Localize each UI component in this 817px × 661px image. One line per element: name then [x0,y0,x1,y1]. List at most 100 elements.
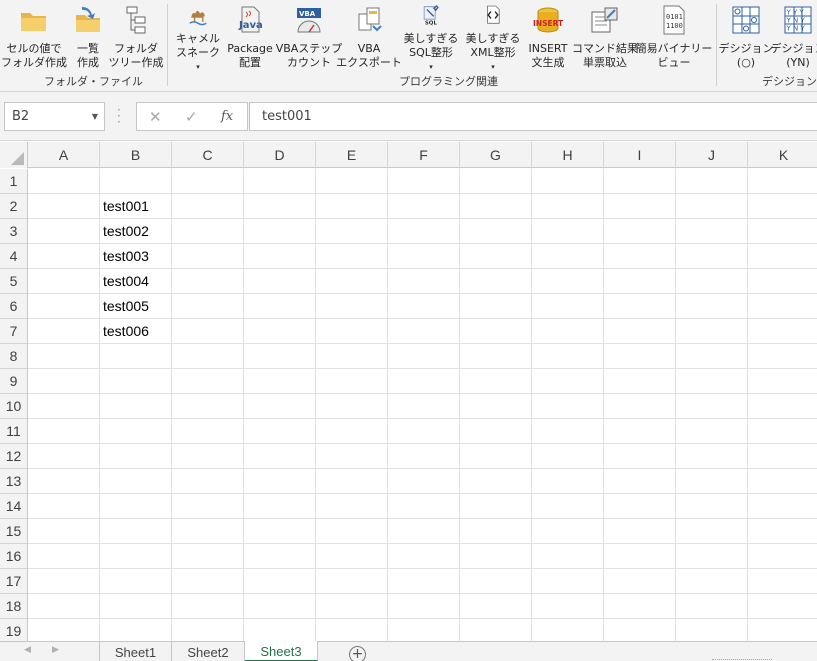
row-header-19[interactable]: 19 [0,619,27,641]
formula-bar: B2 ▼ · · · ✕ ✓ fx test001 [0,92,817,141]
sql-format-label-1: 美しすぎる [403,32,459,45]
svg-text:Y N Y: Y N Y [786,17,806,25]
cell-b2[interactable]: test001 [100,194,171,218]
cell-b6[interactable]: test005 [100,294,171,318]
row-header-2[interactable]: 2 [0,194,27,219]
add-sheet-icon[interactable]: + [349,646,366,661]
grid-column-line [315,169,316,641]
camel-snake-label-2: スネーク [176,46,220,59]
dropdown-caret-icon: ▾ [491,63,495,71]
enter-check-icon[interactable]: ✓ [185,108,198,126]
cell-b5[interactable]: test004 [100,269,171,293]
row-header-13[interactable]: 13 [0,469,27,494]
row-header-8[interactable]: 8 [0,344,27,369]
insert-function-icon[interactable]: fx [221,109,233,124]
decision-yn-button[interactable]: Y Y Y Y N Y Y N Y デシジョン(YN) [770,2,817,74]
svg-text:0101: 0101 [666,13,683,21]
vba-export-button[interactable]: VBA エクスポート [336,2,402,74]
row-header-9[interactable]: 9 [0,369,27,394]
grid-row-line [28,443,817,444]
row-header-4[interactable]: 4 [0,244,27,269]
ribbon: セルの値で フォルダ作成 一覧 作成 フォルダ ツリー作成 キャメル スネーク ▾ [0,0,817,92]
vba-step-label-2: カウント [287,56,331,69]
column-header-k[interactable]: K [748,142,817,168]
column-header-b[interactable]: B [100,142,172,168]
batch-create-button[interactable]: 一覧 作成 [68,2,108,74]
sql-format-button[interactable]: SQL 美しすぎる SQL整形 ▾ [400,2,462,74]
decision-o-label-1: デシジョン [718,42,774,55]
row-header-6[interactable]: 6 [0,294,27,319]
formula-bar-grip-icon[interactable]: · · · [117,104,121,128]
name-box-dropdown-icon[interactable]: ▼ [92,112,98,121]
xml-format-button[interactable]: 美しすぎる XML整形 ▾ [462,2,524,74]
sheet-tab-sheet3[interactable]: Sheet3 [245,641,318,661]
package-button[interactable]: Java Package 配置 [226,2,274,74]
svg-text:Y Y Y: Y Y Y [786,9,805,17]
cell-to-folder-button[interactable]: セルの値で フォルダ作成 [1,2,67,74]
insert-db-icon: INSERT [533,7,564,33]
row-header-17[interactable]: 17 [0,569,27,594]
column-header-h[interactable]: H [532,142,604,168]
cell-area[interactable]: test001 test002 test003 test004 test005 test0… [28,169,817,641]
group-separator [716,4,717,86]
grid-column-line [531,169,532,641]
formula-input[interactable]: test001 [249,102,817,131]
row-header-7[interactable]: 7 [0,319,27,344]
svg-text:Y N Y: Y N Y [786,25,806,33]
column-header-e[interactable]: E [316,142,388,168]
row-header-1[interactable]: 1 [0,169,27,194]
camel-icon [189,10,207,26]
name-box[interactable]: B2 ▼ [4,102,105,131]
grid-column-line [243,169,244,641]
svg-text:VBA: VBA [299,10,316,18]
grid-row-line [28,343,817,344]
column-header-a[interactable]: A [28,142,100,168]
cmd-result-button[interactable]: コマンド結果 単票取込 [572,2,638,74]
next-sheet-icon[interactable]: ▶ [52,645,59,655]
folder-tree-button[interactable]: フォルダ ツリー作成 [109,2,164,74]
row-header-5[interactable]: 5 [0,269,27,294]
row-header-12[interactable]: 12 [0,444,27,469]
row-header-16[interactable]: 16 [0,544,27,569]
sheet-tab-bar: ◀ ▶ Sheet1 Sheet2 Sheet3 + [0,641,817,661]
camel-snake-button[interactable]: キャメル スネーク ▾ [172,2,224,74]
column-header-c[interactable]: C [172,142,244,168]
row-header-14[interactable]: 14 [0,494,27,519]
svg-text:1100: 1100 [666,22,683,30]
sheet-tab-sheet1[interactable]: Sheet1 [99,642,172,661]
xml-format-label-1: 美しすぎる [465,32,521,45]
cell-b7[interactable]: test006 [100,319,171,343]
column-header-g[interactable]: G [460,142,532,168]
column-header-i[interactable]: I [604,142,676,168]
prev-sheet-icon[interactable]: ◀ [24,645,31,655]
camel-snake-label-1: キャメル [176,32,220,45]
cell-b3[interactable]: test002 [100,219,171,243]
row-header-18[interactable]: 18 [0,594,27,619]
decision-yn-label-1: デシジョン [770,42,817,55]
row-header-3[interactable]: 3 [0,219,27,244]
worksheet-grid: ABCDEFGHIJK 1 2 3 4 5 6 7 8 9 10 11 12 13 14 15 16 17 18 1… [0,141,817,641]
column-header-f[interactable]: F [388,142,460,168]
binary-view-button[interactable]: 0101 1100 簡易バイナリー ビュー [636,2,712,74]
row-header-11[interactable]: 11 [0,419,27,444]
group-label-decision: デシジョン表 [762,75,817,88]
decision-o-button[interactable]: デシジョン (○) [718,2,774,74]
row-header-15[interactable]: 15 [0,519,27,544]
package-label-1: Package [227,42,273,55]
cancel-icon[interactable]: ✕ [149,108,162,126]
row-header-column: 1 2 3 4 5 6 7 8 9 10 11 12 13 14 15 16 17 18 19 [0,169,28,641]
grid-row-line [28,593,817,594]
sheet-tab-sheet2[interactable]: Sheet2 [172,642,245,661]
package-label-2: 配置 [238,56,261,69]
grid-row-line [28,618,817,619]
grid-column-line [603,169,604,641]
sql-icon: SQL [423,5,439,26]
select-all-corner[interactable] [0,142,28,168]
row-header-10[interactable]: 10 [0,394,27,419]
column-header-d[interactable]: D [244,142,316,168]
cmd-result-label-2: 単票取込 [583,56,627,69]
column-header-j[interactable]: J [676,142,748,168]
vba-step-button[interactable]: VBA VBAステップ カウント [276,2,342,74]
insert-gen-button[interactable]: INSERT INSERT 文生成 [524,2,572,74]
cell-b4[interactable]: test003 [100,244,171,268]
